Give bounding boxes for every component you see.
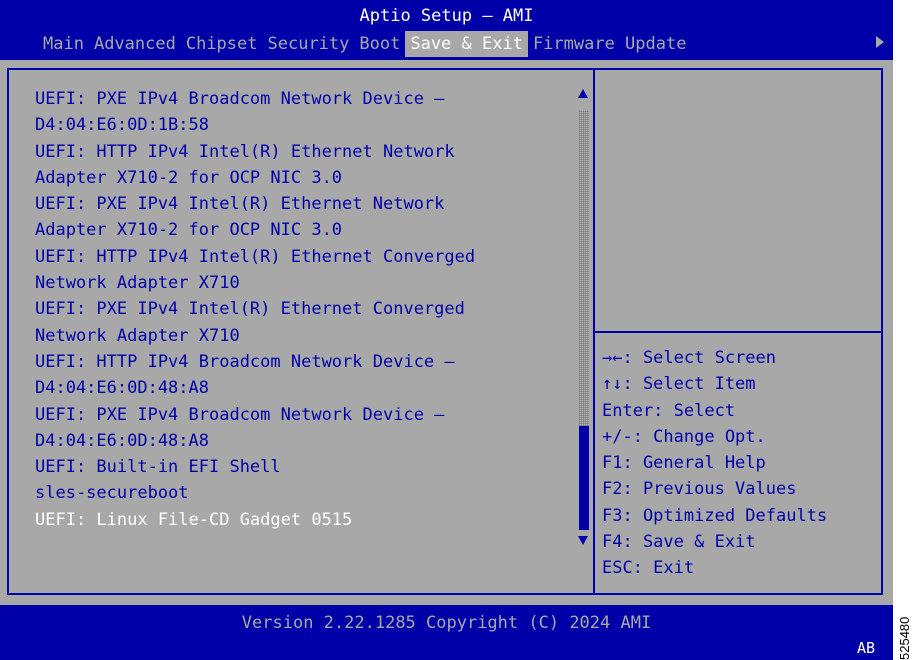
app-title: Aptio Setup – AMI xyxy=(359,6,534,26)
boot-option-line: Network Adapter X710 xyxy=(35,273,240,294)
tab-security[interactable]: Security xyxy=(263,31,355,57)
boot-option[interactable]: UEFI: HTTP IPv4 Broadcom Network Device … xyxy=(35,349,575,402)
boot-option-line: UEFI: PXE IPv4 Broadcom Network Device – xyxy=(35,404,445,425)
help-key-item: Enter: Select xyxy=(602,400,736,421)
help-key-item: F3: Optimized Defaults xyxy=(602,505,828,526)
key-help-list: →←: Select Screen ↑↓: Select Item Enter: S… xyxy=(602,345,827,582)
boot-option-line: Network Adapter X710 xyxy=(35,325,240,346)
help-key-item: F1: General Help xyxy=(602,453,766,474)
boot-option-line: D4:04:E6:0D:1B:58 xyxy=(35,115,209,136)
boot-option-selected[interactable]: UEFI: Linux File-CD Gadget 0515 xyxy=(35,507,575,533)
keyboard-indicator: AB xyxy=(857,639,876,657)
help-key-item: →←: Select Screen xyxy=(602,348,776,368)
title-bar: Aptio Setup – AMI Main Advanced Chipset Sec… xyxy=(0,0,893,60)
boot-option[interactable]: UEFI: PXE IPv4 Broadcom Network Device –… xyxy=(35,86,575,139)
boot-option-line: UEFI: PXE IPv4 Broadcom Network Device – xyxy=(35,89,445,109)
boot-option-line: D4:04:E6:0D:48:A8 xyxy=(35,430,209,451)
tab-main[interactable]: Main xyxy=(38,31,89,57)
boot-option-line: UEFI: HTTP IPv4 Intel(R) Ethernet Conver… xyxy=(35,246,476,267)
boot-option[interactable]: UEFI: Built-in EFI Shell xyxy=(35,454,575,480)
boot-option-line: sles-secureboot xyxy=(35,483,189,504)
boot-option[interactable]: UEFI: HTTP IPv4 Intel(R) Ethernet Networ… xyxy=(35,139,575,192)
boot-option-line: UEFI: Linux File-CD Gadget 0515 xyxy=(35,509,353,530)
boot-option-line: UEFI: PXE IPv4 Intel(R) Ethernet Network xyxy=(35,194,445,215)
boot-option-line: UEFI: PXE IPv4 Intel(R) Ethernet Converg… xyxy=(35,299,465,320)
arrow-down-icon[interactable] xyxy=(578,536,588,545)
boot-option-line: Adapter X710-2 for OCP NIC 3.0 xyxy=(35,167,343,188)
help-divider xyxy=(595,331,881,333)
version-text: Version 2.22.1285 Copyright (C) 2024 AMI xyxy=(241,613,652,633)
tab-firmware-update[interactable]: Firmware Update xyxy=(528,31,692,57)
help-key-item: ESC: Exit xyxy=(602,558,695,579)
help-key-item: +/-: Change Opt. xyxy=(602,426,766,447)
boot-override-list: UEFI: PXE IPv4 Broadcom Network Device –… xyxy=(35,86,575,533)
boot-option-line: Adapter X710-2 for OCP NIC 3.0 xyxy=(35,220,343,241)
figure-id: 525480 xyxy=(897,616,912,660)
arrow-up-icon[interactable] xyxy=(578,89,588,98)
help-key-item: F2: Previous Values xyxy=(602,479,797,500)
boot-option[interactable]: UEFI: HTTP IPv4 Intel(R) Ethernet Conver… xyxy=(35,244,575,297)
boot-option-line: UEFI: Built-in EFI Shell xyxy=(35,457,281,478)
boot-option-line: UEFI: HTTP IPv4 Broadcom Network Device … xyxy=(35,351,455,372)
boot-option-line: UEFI: HTTP IPv4 Intel(R) Ethernet Networ… xyxy=(35,141,455,162)
help-key-item: F4: Save & Exit xyxy=(602,532,756,553)
boot-option-line: D4:04:E6:0D:48:A8 xyxy=(35,378,209,399)
scrollbar-thumb[interactable] xyxy=(579,426,589,530)
tab-boot[interactable]: Boot xyxy=(354,31,405,57)
tab-advanced[interactable]: Advanced xyxy=(89,31,181,57)
triangle-right-icon[interactable] xyxy=(876,36,884,48)
menu-bar: Main Advanced Chipset Security Boot Save & Ex… xyxy=(38,31,691,57)
tab-save-exit[interactable]: Save & Exit xyxy=(405,31,528,57)
bios-screen: Aptio Setup – AMI Main Advanced Chipset Sec… xyxy=(0,0,893,660)
footer-bar: Version 2.22.1285 Copyright (C) 2024 AMI… xyxy=(0,605,893,660)
boot-option[interactable]: sles-secureboot xyxy=(35,480,575,506)
boot-option[interactable]: UEFI: PXE IPv4 Broadcom Network Device –… xyxy=(35,402,575,455)
boot-option[interactable]: UEFI: PXE IPv4 Intel(R) Ethernet Converg… xyxy=(35,296,575,349)
tab-chipset[interactable]: Chipset xyxy=(181,31,263,57)
help-key-item: ↑↓: Select Item xyxy=(602,374,756,395)
boot-option[interactable]: UEFI: PXE IPv4 Intel(R) Ethernet Network… xyxy=(35,191,575,244)
